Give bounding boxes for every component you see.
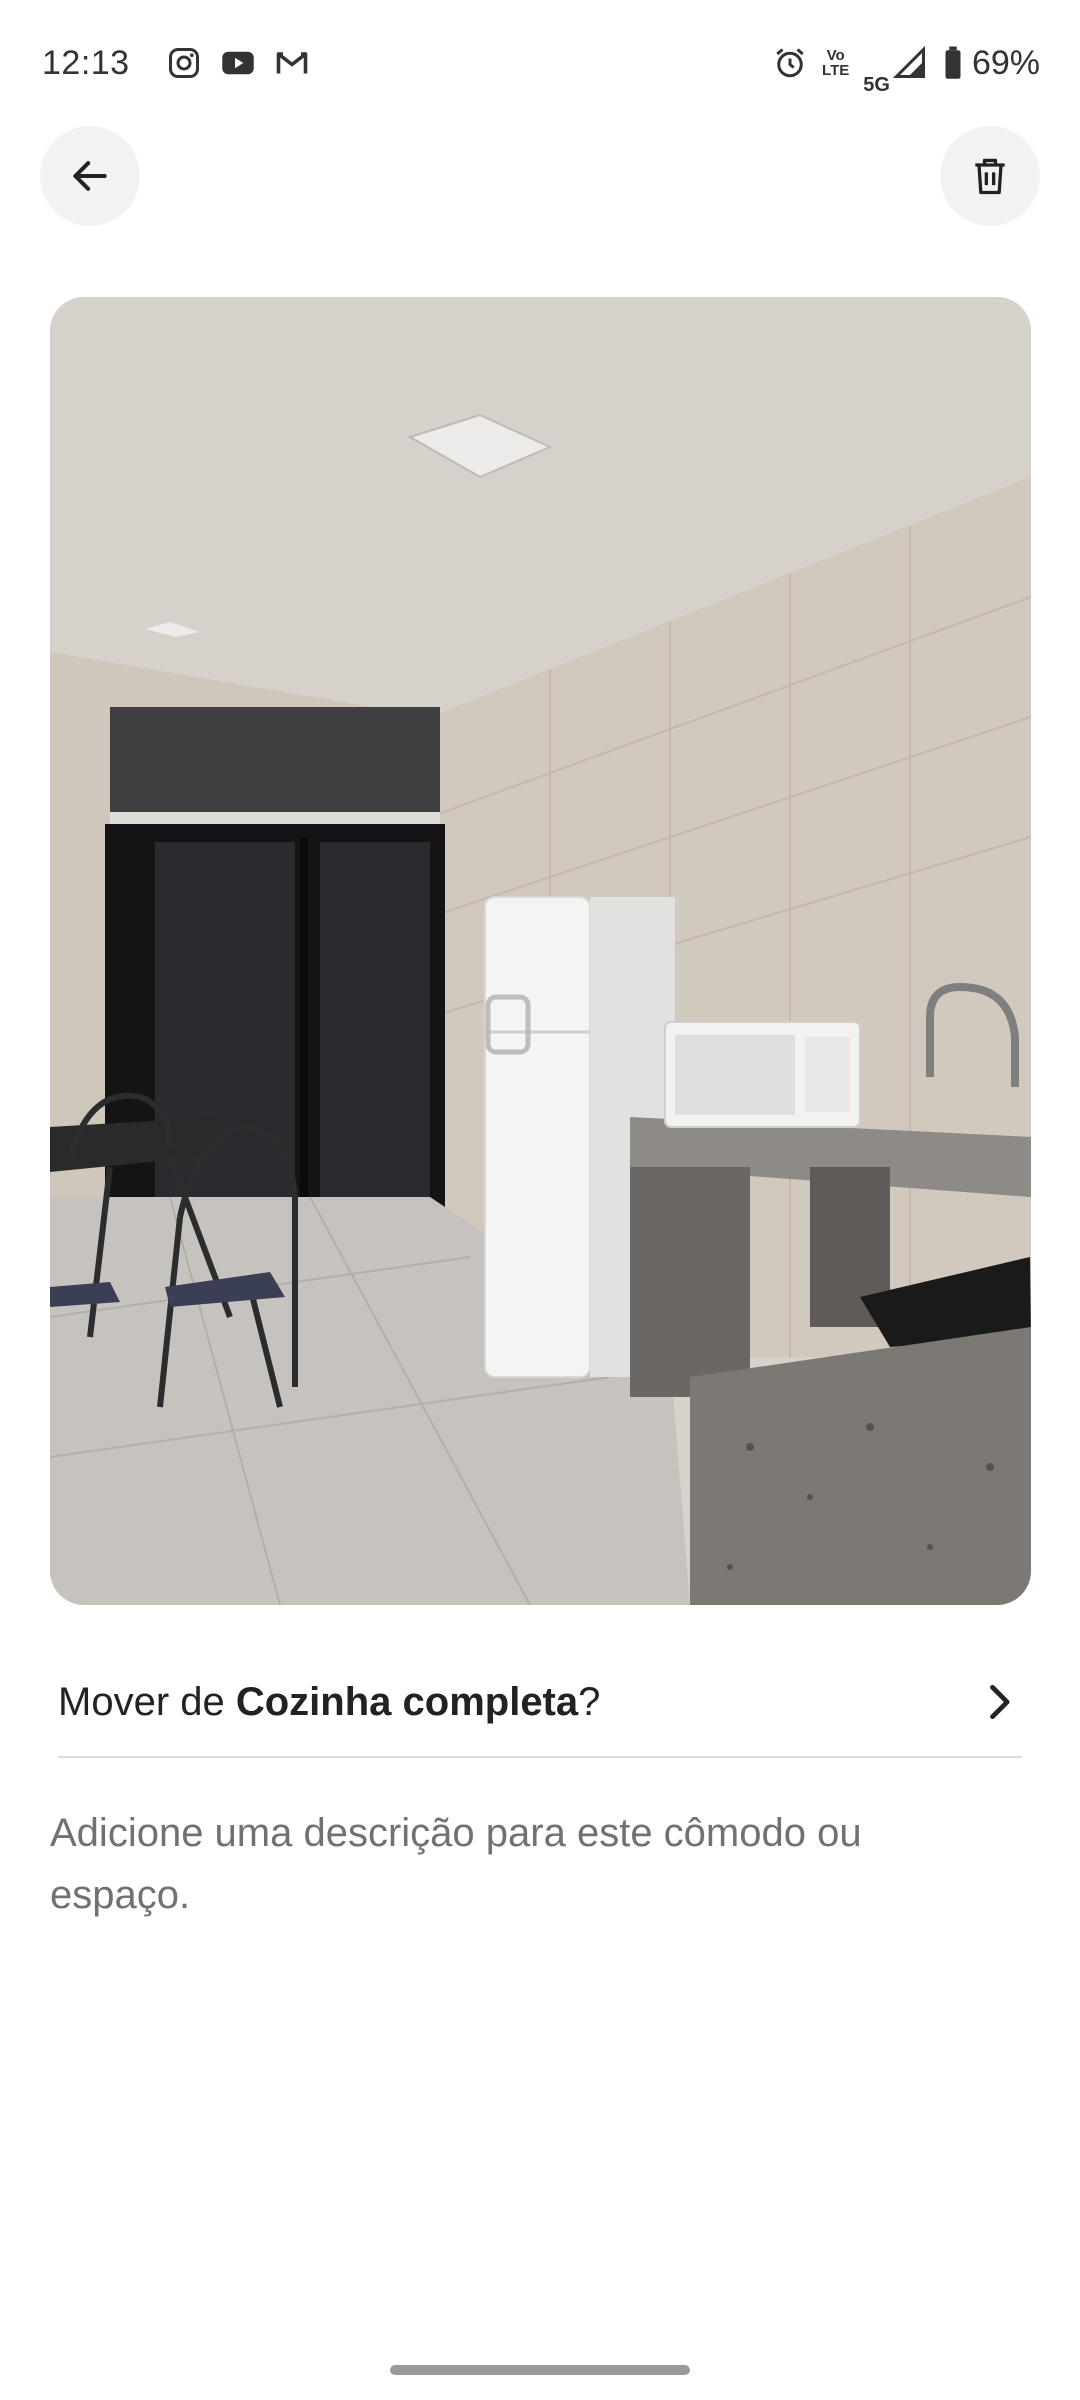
kitchen-photo[interactable] <box>50 297 1031 1605</box>
delete-button[interactable] <box>940 126 1040 226</box>
photo-detail-screen: 12:13 Vo LTE 5G 69% Mover de Cozinha com… <box>0 0 1080 2400</box>
status-right: Vo LTE 5G 69% <box>772 30 1040 97</box>
move-suffix: ? <box>578 1679 601 1724</box>
status-time: 12:13 <box>42 43 130 82</box>
back-button[interactable] <box>40 126 140 226</box>
youtube-icon <box>220 45 256 81</box>
chevron-right-icon <box>976 1680 1020 1724</box>
move-room-text: Mover de Cozinha completa? <box>58 1680 600 1725</box>
lte-label: LTE <box>822 62 850 79</box>
volte-indicator: Vo LTE <box>822 48 849 78</box>
move-room-row[interactable]: Mover de Cozinha completa? <box>58 1648 1022 1758</box>
instagram-icon <box>166 45 202 81</box>
battery-icon <box>942 45 964 81</box>
gmail-icon <box>274 45 310 81</box>
kitchen-photo-illustration <box>50 297 1031 1605</box>
battery-percentage: 69% <box>971 43 1040 82</box>
trash-icon <box>968 154 1012 198</box>
move-prefix: Mover de <box>58 1679 236 1724</box>
alarm-icon <box>772 45 808 81</box>
move-room-name: Cozinha completa <box>235 1679 579 1724</box>
network-type: 5G <box>863 73 890 96</box>
status-left: 12:13 <box>42 44 328 83</box>
status-bar: 12:13 Vo LTE 5G 69% <box>0 0 1080 126</box>
description-input[interactable]: Adicione uma descrição para este cômodo … <box>50 1802 950 1926</box>
home-indicator[interactable] <box>390 2365 690 2375</box>
arrow-left-icon <box>68 154 112 198</box>
signal-icon <box>892 45 928 81</box>
